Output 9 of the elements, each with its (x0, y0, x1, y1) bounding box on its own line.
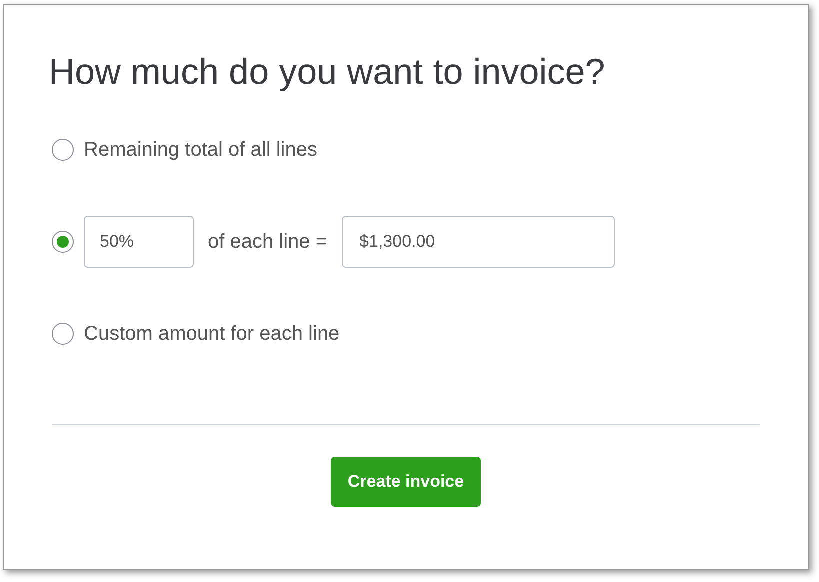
amount-field[interactable]: $1,300.00 (342, 216, 615, 268)
radio-button[interactable] (52, 139, 74, 161)
option-label: Remaining total of all lines (84, 138, 318, 163)
percent-field[interactable]: 50% (84, 216, 194, 268)
dialog-title: How much do you want to invoice? (49, 50, 606, 94)
option-label: Custom amount for each line (84, 322, 340, 347)
option-label: of each line = (208, 230, 328, 255)
radio-button[interactable] (52, 231, 74, 253)
radio-button[interactable] (52, 323, 74, 345)
